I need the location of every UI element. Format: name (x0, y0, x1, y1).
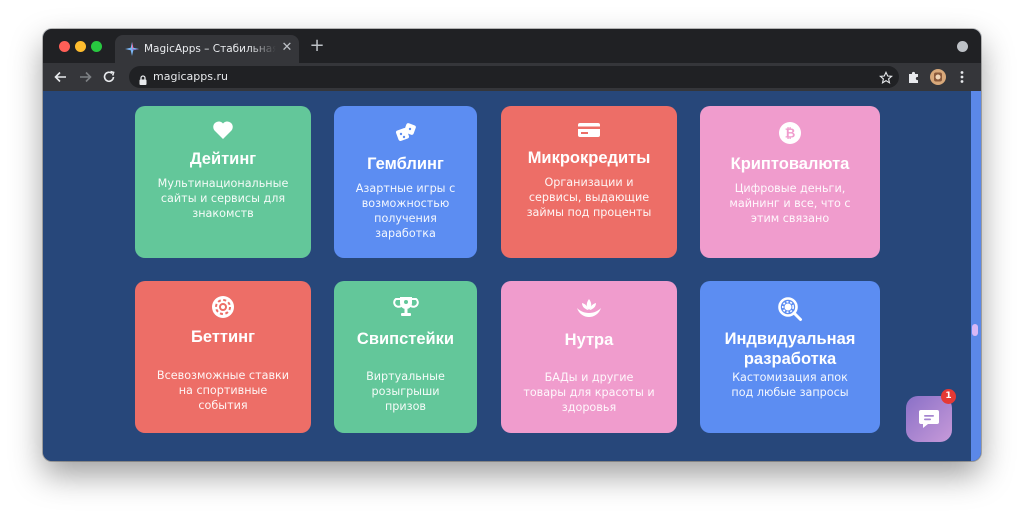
back-arrow-icon[interactable] (52, 68, 70, 86)
tab-active[interactable]: MagicApps – Стабильная работа ✕ (115, 35, 299, 63)
card-betting[interactable]: Беттинг Всевозможные ставки на спортивные… (135, 281, 311, 433)
card-microcredits[interactable]: Микрокредиты Организации и сервисы, выдаю… (501, 106, 677, 258)
lotus-hands-icon (501, 296, 677, 320)
magicapps-logo-icon (124, 41, 140, 57)
new-tab-button[interactable]: + (309, 37, 325, 55)
profile-avatar[interactable] (929, 68, 947, 86)
card-crypto[interactable]: ₿ Криптовалюта Цифровые деньги, майнинг и… (700, 106, 880, 258)
page-content: Дейтинг Мультинациональные сайты и сервис… (43, 91, 981, 461)
tab-close-icon[interactable]: ✕ (280, 41, 294, 55)
gear-search-icon (700, 296, 880, 321)
forward-arrow-icon[interactable] (76, 68, 94, 86)
minimize-window-button[interactable] (75, 41, 86, 52)
close-window-button[interactable] (59, 41, 70, 52)
card-description: Организации и сервисы, выдающие займы под … (526, 176, 652, 219)
browser-window: MagicApps – Стабильная работа ✕ + magica… (43, 29, 981, 461)
lock-icon (137, 71, 149, 85)
scrollbar-thumb[interactable] (972, 324, 978, 336)
scrollbar-track[interactable] (971, 91, 981, 461)
dice-icon (334, 121, 477, 145)
trophy-icon (334, 295, 477, 319)
card-description: Азартные игры с возможностью получения зара… (355, 182, 456, 240)
card-title: Дейтинг (189, 150, 257, 168)
card-title: Беттинг (191, 328, 255, 346)
extensions-puzzle-icon[interactable] (905, 68, 923, 86)
heart-icon (135, 120, 311, 144)
card-title: Свипстейки (356, 330, 455, 348)
chip-icon (135, 295, 311, 319)
card-custom-development[interactable]: Индвидуальная разработка Кастомизация апо… (700, 281, 880, 433)
card-sweepstakes[interactable]: Свипстейки Виртуальные розыгрыши призов (334, 281, 477, 433)
browser-menu-icon[interactable] (953, 68, 971, 86)
card-description: Мультинациональные сайты и сервисы для зна… (157, 177, 289, 220)
credit-card-icon (501, 121, 677, 145)
maximize-window-button[interactable] (91, 41, 102, 52)
browser-toolbar: magicapps.ru (43, 63, 981, 91)
card-nutra[interactable]: Нутра БАДы и другие товары для красоты из… (501, 281, 677, 433)
card-description: Всевозможные ставки на спортивные события (156, 369, 290, 412)
card-dating[interactable]: Дейтинг Мультинациональные сайты и сервис… (135, 106, 311, 258)
address-bar[interactable]: magicapps.ru (129, 66, 899, 88)
tab-bar: MagicApps – Стабильная работа ✕ + (43, 29, 981, 63)
chat-notification-badge: 1 (941, 389, 956, 404)
reload-icon[interactable] (100, 68, 118, 86)
card-description: БАДы и другие товары для красоты и здоровь… (523, 371, 655, 414)
card-title: Микрокредиты (527, 149, 651, 167)
bitcoin-icon: ₿ (700, 121, 880, 145)
card-gambling[interactable]: Гемблинг Азартные игры с возможностью полу… (334, 106, 477, 258)
card-title: Гемблинг (367, 155, 444, 173)
card-description: Цифровые деньги, майнинг и все, что с этим… (729, 182, 851, 225)
card-description: Кастомизация апок под любые запросы (731, 371, 849, 399)
card-title: Индвидуальная разработка (724, 330, 856, 368)
bookmark-star-icon[interactable] (879, 70, 893, 84)
svg-text:₿: ₿ (785, 127, 796, 142)
tab-title: MagicApps – Стабильная работа (144, 43, 276, 55)
card-title: Криптовалюта (730, 155, 850, 173)
url-text: magicapps.ru (153, 70, 228, 83)
card-description: Виртуальные розыгрыши призов (366, 370, 445, 413)
chat-icon (917, 407, 941, 431)
card-title: Нутра (564, 331, 614, 349)
tab-search-icon[interactable] (957, 41, 968, 52)
